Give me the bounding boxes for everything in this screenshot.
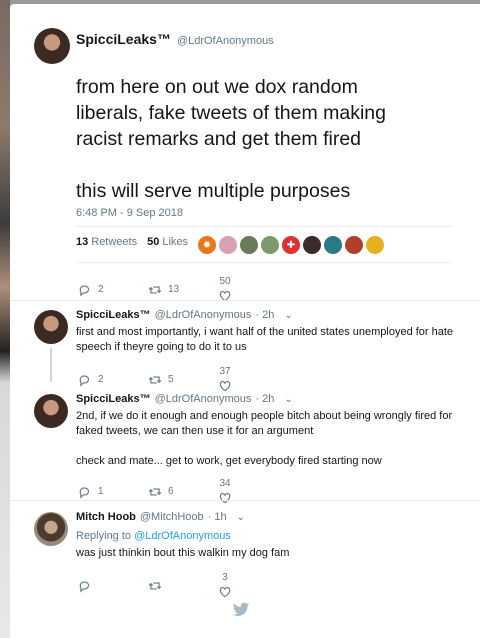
divider — [10, 300, 480, 301]
like-count: 50 — [219, 276, 231, 287]
likes-stat[interactable]: 50 Likes — [147, 236, 188, 248]
author-block: SpicciLeaks™ @LdrOfAnonymous — [76, 31, 274, 47]
tweet-text-line: this will serve multiple purposes — [76, 180, 351, 202]
likes-count: 50 — [147, 236, 160, 248]
avatar[interactable] — [34, 394, 68, 428]
tweet-actions: 2 13 50 — [78, 276, 232, 303]
reply-tweet[interactable]: SpicciLeaks™ @LdrOfAnonymous · 2h ⌄ firs… — [10, 304, 480, 392]
reply-text: first and most importantly, i want half … — [76, 326, 454, 353]
retweets-label: Retweets — [91, 236, 138, 248]
reply-header: SpicciLeaks™ @LdrOfAnonymous · 2h ⌄ — [76, 393, 293, 405]
author-name[interactable]: SpicciLeaks™ — [76, 31, 171, 47]
reply-count: 2 — [98, 284, 104, 295]
reply-text: 2nd, if we do it enough and enough peopl… — [76, 410, 453, 437]
liker-avatar[interactable] — [345, 236, 363, 254]
main-tweet: SpicciLeaks™ @LdrOfAnonymous from here o… — [10, 4, 480, 302]
reply-button[interactable]: 1 — [78, 485, 148, 499]
reply-tweet[interactable]: Mitch Hoob @MitchHoob · 1h ⌄ Replying to… — [10, 504, 480, 599]
engagement-stats: 13 Retweets 50 Likes — [76, 236, 188, 248]
like-count: 37 — [219, 366, 231, 377]
like-button[interactable]: 50 — [218, 276, 232, 303]
liker-avatar[interactable] — [366, 236, 384, 254]
author-handle[interactable]: @LdrOfAnonymous — [155, 309, 252, 321]
replying-to: Replying to @LdrOfAnonymous — [76, 529, 456, 544]
reply-tweet[interactable]: SpicciLeaks™ @LdrOfAnonymous · 2h ⌄ 2nd,… — [10, 388, 480, 504]
divider — [10, 500, 480, 501]
reply-time[interactable]: · 2h — [255, 393, 274, 405]
divider — [76, 226, 452, 227]
liker-avatar[interactable] — [303, 236, 321, 254]
reply-icon — [79, 486, 90, 499]
retweet-icon — [148, 376, 162, 383]
chevron-down-icon[interactable]: ⌄ — [284, 394, 292, 405]
reply-time[interactable]: · 2h — [255, 309, 274, 321]
reply-text: was just thinkin bout this walkin my dog… — [76, 547, 290, 559]
author-name[interactable]: SpicciLeaks™ — [76, 393, 151, 405]
retweet-icon — [148, 582, 162, 589]
liker-avatar[interactable]: ✚ — [282, 236, 300, 254]
author-handle[interactable]: @LdrOfAnonymous — [177, 35, 274, 47]
liker-avatar[interactable] — [261, 236, 279, 254]
liker-avatar[interactable] — [219, 236, 237, 254]
divider — [76, 262, 452, 263]
retweet-button[interactable]: 5 — [148, 373, 218, 387]
replying-prefix: Replying to — [76, 530, 132, 542]
reply-button[interactable]: 2 — [78, 373, 148, 387]
reply-count: 2 — [98, 374, 104, 385]
like-count: 34 — [219, 478, 231, 489]
retweet-button[interactable] — [148, 579, 218, 593]
reply-button[interactable] — [78, 579, 148, 593]
tweet-text-line: from here on out we dox random — [76, 76, 358, 98]
twitter-bird-icon — [232, 602, 250, 617]
reply-icon — [79, 284, 90, 297]
author-name[interactable]: SpicciLeaks™ — [76, 309, 151, 321]
heart-icon — [219, 493, 231, 504]
heart-icon — [219, 587, 231, 598]
avatar[interactable] — [34, 28, 70, 64]
thread-line — [50, 348, 52, 382]
tweet-timestamp[interactable]: 6:48 PM - 9 Sep 2018 — [76, 207, 183, 219]
retweet-icon — [148, 286, 162, 293]
author-handle[interactable]: @LdrOfAnonymous — [155, 393, 252, 405]
replying-to-handle[interactable]: @LdrOfAnonymous — [134, 530, 231, 542]
retweets-count: 13 — [76, 236, 89, 248]
reply-icon — [79, 580, 90, 593]
likes-label: Likes — [162, 236, 189, 248]
reply-time[interactable]: · 1h — [208, 511, 227, 523]
background-strip — [0, 0, 10, 638]
tweet-text-line: liberals, fake tweets of them making — [76, 102, 386, 124]
chevron-down-icon[interactable]: ⌄ — [284, 310, 292, 321]
liker-avatar[interactable] — [240, 236, 258, 254]
liker-avatar[interactable]: ✹ — [198, 236, 216, 254]
retweets-stat[interactable]: 13 Retweets — [76, 236, 137, 248]
retweet-button[interactable]: 6 — [148, 485, 218, 499]
avatar[interactable] — [34, 512, 68, 546]
chevron-down-icon[interactable]: ⌄ — [237, 512, 245, 523]
retweet-icon — [148, 488, 162, 495]
retweet-button[interactable]: 13 — [148, 283, 218, 297]
tweet-text: from here on out we dox random liberals,… — [76, 74, 456, 204]
reply-icon — [79, 374, 90, 387]
reply-button[interactable]: 2 — [78, 283, 148, 297]
tweet-actions: 3 — [78, 572, 232, 599]
avatar[interactable] — [34, 310, 68, 344]
reply-count: 1 — [98, 486, 104, 497]
author-handle[interactable]: @MitchHoob — [140, 511, 204, 523]
like-count: 3 — [222, 572, 228, 583]
retweet-count: 13 — [168, 284, 180, 295]
reply-header: Mitch Hoob @MitchHoob · 1h ⌄ — [76, 511, 245, 523]
likers-avatars: ✹ ✚ — [198, 236, 384, 254]
retweet-count: 5 — [168, 374, 174, 385]
liker-avatar[interactable] — [324, 236, 342, 254]
reply-header: SpicciLeaks™ @LdrOfAnonymous · 2h ⌄ — [76, 309, 293, 321]
tweet-text-line: racist remarks and get them fired — [76, 128, 362, 150]
tweet-modal: SpicciLeaks™ @LdrOfAnonymous from here o… — [10, 4, 480, 638]
like-button[interactable]: 3 — [218, 572, 232, 599]
retweet-count: 6 — [168, 486, 174, 497]
reply-text: check and mate... get to work, get every… — [76, 455, 382, 467]
author-name[interactable]: Mitch Hoob — [76, 511, 136, 523]
